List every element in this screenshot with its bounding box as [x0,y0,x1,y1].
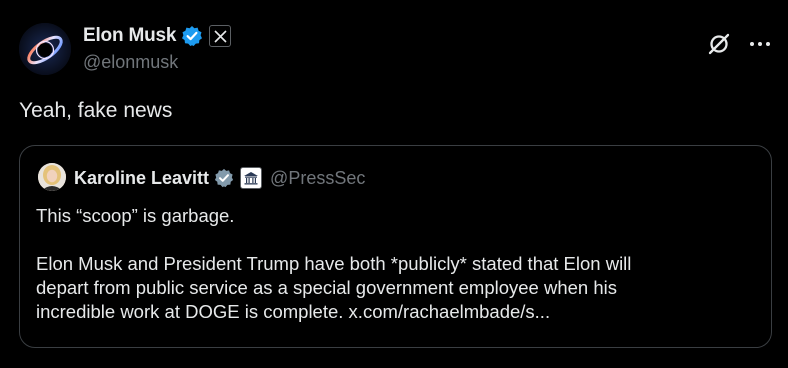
author-display-name[interactable]: Elon Musk [83,25,176,47]
more-options-icon[interactable] [748,34,772,54]
quoted-text-line: This “scoop” is garbage. [36,205,235,226]
grok-icon[interactable] [706,31,732,57]
quoted-text-line: incredible work at DOGE is complete. x.c… [36,301,551,322]
quoted-author-name-row: Karoline Leavitt @PressSec [74,166,365,190]
quoted-post-card[interactable]: Karoline Leavitt @PressSec This “scoop” … [19,145,772,348]
author-name-row: Elon Musk [83,24,232,48]
quoted-text-line: depart from public service as a special … [36,277,617,298]
quoted-post-text: This “scoop” is garbage. Elon Musk and P… [36,204,756,324]
verified-gray-badge-icon[interactable] [214,168,234,188]
author-avatar[interactable] [19,23,71,75]
quoted-author-handle[interactable]: @PressSec [270,168,365,189]
x-affiliation-icon[interactable] [209,25,232,47]
post: Elon Musk @elonmusk Yeah, fake news Karo… [0,0,788,368]
quoted-author-avatar[interactable] [38,163,66,191]
author-handle[interactable]: @elonmusk [83,52,178,73]
post-text: Yeah, fake news [19,99,173,122]
quoted-author-display-name[interactable]: Karoline Leavitt [74,168,209,189]
verified-badge-icon[interactable] [181,25,203,47]
white-house-icon[interactable] [240,167,263,189]
quoted-text-line: Elon Musk and President Trump have both … [36,253,632,274]
